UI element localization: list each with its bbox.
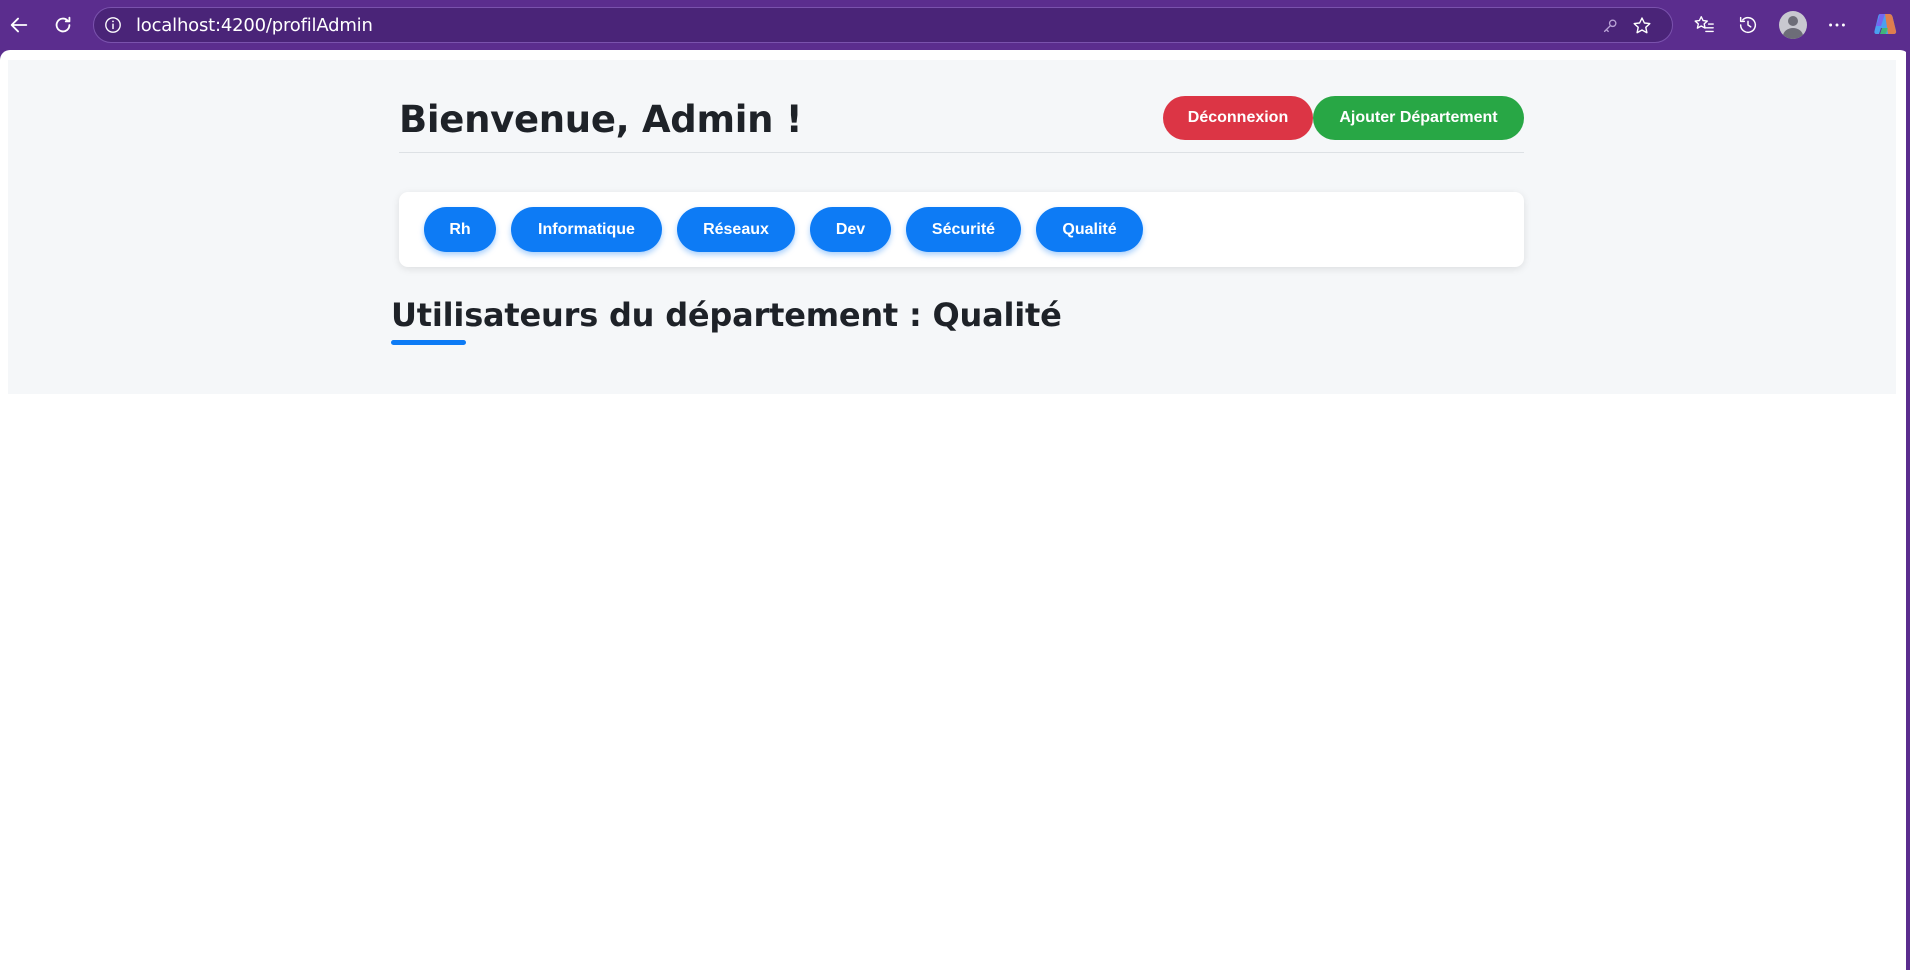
department-button-rh[interactable]: Rh xyxy=(424,207,496,252)
info-icon[interactable] xyxy=(104,16,122,34)
more-icon[interactable] xyxy=(1824,12,1850,38)
favorites-icon[interactable] xyxy=(1691,12,1717,38)
profile-avatar-icon[interactable] xyxy=(1779,11,1807,39)
department-button-informatique[interactable]: Informatique xyxy=(511,207,662,252)
admin-profile-container: Bienvenue, Admin ! Déconnexion Ajouter D… xyxy=(8,60,1896,394)
copilot-icon[interactable] xyxy=(1872,11,1898,37)
department-button-reseaux[interactable]: Réseaux xyxy=(677,207,795,252)
back-button[interactable] xyxy=(2,8,36,42)
page-header: Bienvenue, Admin ! Déconnexion Ajouter D… xyxy=(399,96,1524,153)
refresh-icon xyxy=(55,16,71,33)
page-viewport: Bienvenue, Admin ! Déconnexion Ajouter D… xyxy=(0,50,1910,970)
address-bar[interactable]: localhost:4200/profilAdmin xyxy=(93,7,1673,43)
department-button-dev[interactable]: Dev xyxy=(810,207,891,252)
url-text[interactable]: localhost:4200/profilAdmin xyxy=(136,15,373,36)
department-button-qualite[interactable]: Qualité xyxy=(1036,207,1143,252)
window-edge xyxy=(1906,50,1910,970)
back-arrow-icon xyxy=(10,17,28,33)
department-button-securite[interactable]: Sécurité xyxy=(906,207,1021,252)
refresh-button[interactable] xyxy=(46,8,80,42)
section-title-underline xyxy=(391,340,466,345)
browser-toolbar: localhost:4200/profilAdmin xyxy=(0,0,1910,50)
department-tabs-card: Rh Informatique Réseaux Dev Sécurité Qua… xyxy=(399,192,1524,267)
history-icon[interactable] xyxy=(1735,12,1761,38)
logout-button[interactable]: Déconnexion xyxy=(1163,96,1313,140)
key-icon[interactable] xyxy=(1600,16,1620,36)
add-department-button[interactable]: Ajouter Département xyxy=(1313,96,1524,140)
page-title: Bienvenue, Admin ! xyxy=(399,98,803,141)
star-icon[interactable] xyxy=(1632,16,1652,36)
section-title: Utilisateurs du département : Qualité xyxy=(391,296,1062,334)
